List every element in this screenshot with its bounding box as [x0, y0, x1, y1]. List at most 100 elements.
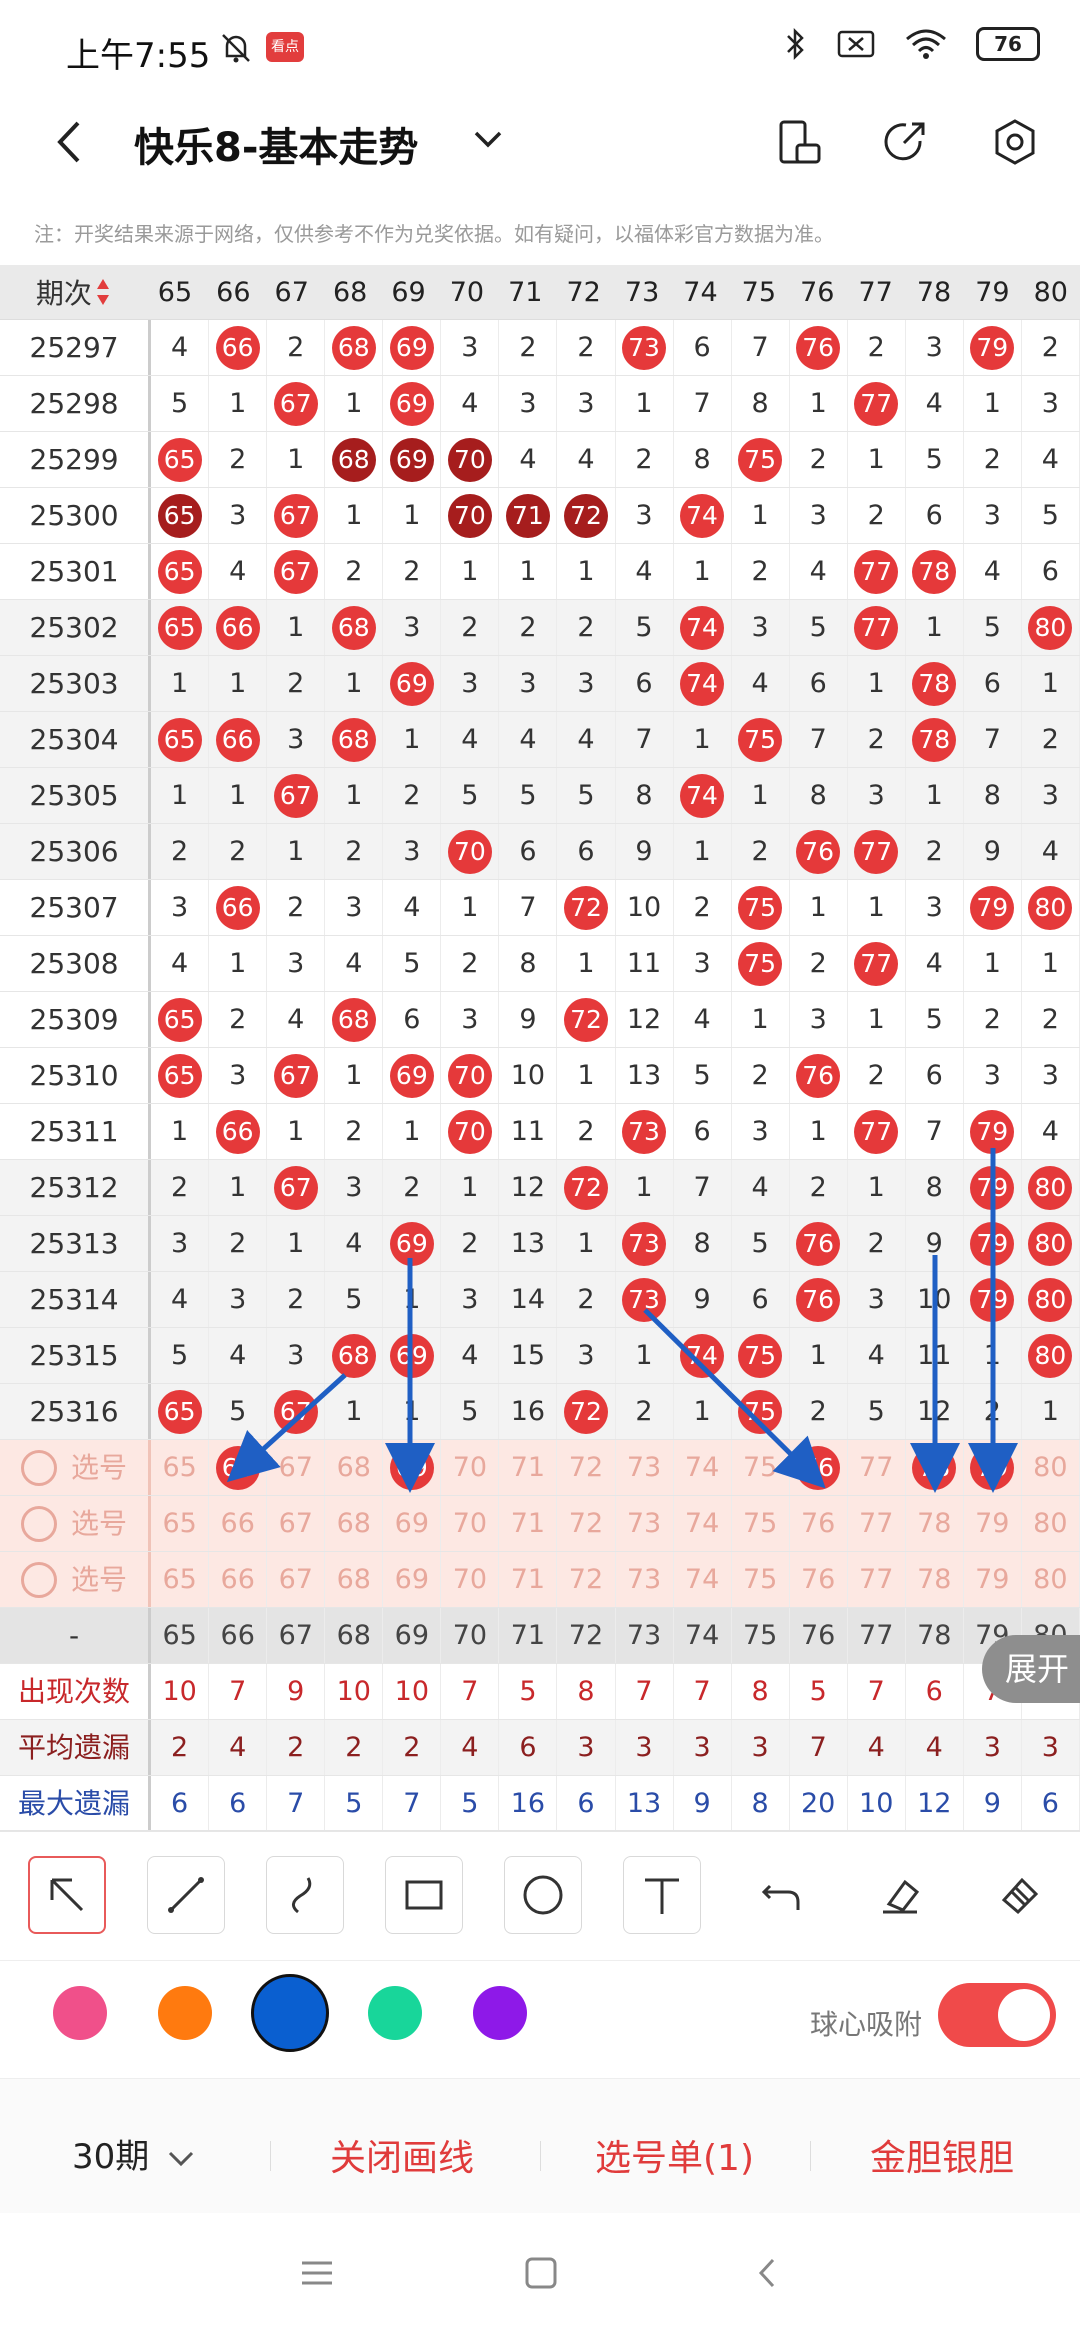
circle-icon [523, 1875, 563, 1915]
stats-label: 最大遗漏 [0, 1776, 152, 1831]
close-lines-button[interactable]: 关闭画线 [330, 2129, 474, 2181]
drawn-arrows [226, 1148, 1018, 1493]
stats-cell: 6 [151, 1776, 210, 1831]
pointer-tool[interactable] [28, 1856, 106, 1934]
stats-cell: 6 [499, 1720, 558, 1775]
undo-tool[interactable] [742, 1856, 820, 1934]
rect-icon [405, 1880, 443, 1910]
color-swatch[interactable] [251, 1974, 329, 2052]
stats-cell: 10 [325, 1664, 384, 1719]
drawn-arrow [643, 1308, 826, 1489]
stats-cell: 7 [848, 1664, 906, 1719]
column-header: 75 [732, 1608, 790, 1663]
line-tool[interactable] [147, 1856, 225, 1934]
expand-button[interactable]: 展开 [982, 1635, 1080, 1703]
chevron-down-icon [169, 2151, 194, 2166]
eraser-tool[interactable] [861, 1856, 939, 1934]
stats-cell: 4 [848, 1720, 906, 1775]
circle-tool[interactable] [504, 1856, 582, 1934]
stats-cell: 7 [267, 1776, 326, 1831]
column-header: 78 [906, 1608, 964, 1663]
stats-cell: 6 [1022, 1776, 1080, 1831]
drawn-arrow [226, 1373, 347, 1483]
footer-dash: - [0, 1608, 152, 1663]
stats-cell: 6 [906, 1664, 964, 1719]
pick-list-button[interactable]: 选号单(1) [595, 2129, 754, 2181]
stats-cell: 3 [964, 1720, 1022, 1775]
column-header: 72 [557, 1608, 616, 1663]
gold-silver-button[interactable]: 金胆银胆 [870, 2129, 1014, 2181]
stats-cell: 10 [383, 1664, 442, 1719]
stats-cell: 5 [441, 1776, 500, 1831]
color-swatch[interactable] [473, 1986, 527, 2040]
curve-icon [292, 1877, 312, 1914]
column-header: 70 [441, 1608, 500, 1663]
stats-cell: 7 [383, 1776, 442, 1831]
back-nav-icon[interactable] [755, 2256, 779, 2290]
stats-cell: 9 [267, 1664, 326, 1719]
text-tool[interactable] [623, 1856, 701, 1934]
stats-row: 平均遗漏 2 4 2 2 2 4 6 3 3 3 3 7 4 4 3 3 [0, 1720, 1080, 1776]
stats-row: 最大遗漏 6 6 7 5 7 5 16 6 13 9 8 20 10 12 9 6 [0, 1776, 1080, 1832]
stats-cell: 3 [1022, 1720, 1080, 1775]
ball-snap-toggle[interactable] [938, 1983, 1056, 2047]
text-icon [645, 1878, 679, 1914]
stats-cell: 7 [441, 1664, 500, 1719]
column-header: 76 [790, 1608, 848, 1663]
stats-cell: 7 [616, 1664, 674, 1719]
stats-cell: 3 [616, 1720, 674, 1775]
stats-cell: 5 [790, 1664, 848, 1719]
stats-cell: 7 [209, 1664, 268, 1719]
stats-cell: 8 [732, 1776, 790, 1831]
home-icon[interactable] [524, 2256, 558, 2290]
stats-label: 平均遗漏 [0, 1720, 152, 1775]
clear-tool[interactable] [980, 1856, 1058, 1934]
pointer-icon [50, 1878, 84, 1912]
toggle-knob [998, 1989, 1050, 2041]
stats-cell: 7 [674, 1664, 732, 1719]
line-icon [168, 1877, 204, 1913]
menu-icon[interactable] [300, 2258, 334, 2288]
stats-cell: 7 [790, 1720, 848, 1775]
stats-cell: 16 [499, 1776, 558, 1831]
stats-cell: 8 [732, 1664, 790, 1719]
color-swatch[interactable] [158, 1986, 212, 2040]
column-header: 67 [267, 1608, 326, 1663]
stats-cell: 3 [557, 1720, 616, 1775]
column-header: 65 [151, 1608, 210, 1663]
rect-tool[interactable] [385, 1856, 463, 1934]
eraser-icon [883, 1879, 920, 1914]
toggle-label: 球心吸附 [810, 2008, 923, 2041]
stats-cell: 9 [674, 1776, 732, 1831]
stats-cell: 6 [557, 1776, 616, 1831]
column-header: 71 [499, 1608, 558, 1663]
stats-cell: 3 [674, 1720, 732, 1775]
stats-cell: 13 [616, 1776, 674, 1831]
stats-cell: 4 [209, 1720, 268, 1775]
period-select[interactable]: 30期 [72, 2129, 196, 2178]
stats-cell: 10 [848, 1776, 906, 1831]
column-header: 68 [325, 1608, 384, 1663]
undo-icon [761, 1884, 800, 1910]
column-header: 74 [674, 1608, 732, 1663]
color-swatch[interactable] [368, 1986, 422, 2040]
action-bar: 30期 关闭画线 选号单(1) 金胆银胆 [0, 2078, 1080, 2213]
column-header: 73 [616, 1608, 674, 1663]
stats-cell: 4 [906, 1720, 964, 1775]
stats-cell: 5 [499, 1664, 558, 1719]
stats-cell: 2 [151, 1720, 210, 1775]
curve-tool[interactable] [266, 1856, 344, 1934]
period-select-label: 30期 [72, 2137, 150, 2177]
stats-cell: 8 [557, 1664, 616, 1719]
color-swatch[interactable] [53, 1986, 107, 2040]
footer-number-header: -65666768697071727374757677787980 [0, 1608, 1080, 1664]
stats-cell: 4 [441, 1720, 500, 1775]
color-bar: 球心吸附 [0, 1960, 1080, 2075]
stats-cell: 10 [151, 1664, 210, 1719]
stats-row: 出现次数1079101075877857678 [0, 1664, 1080, 1720]
stats-cell: 3 [732, 1720, 790, 1775]
drawing-toolbar [0, 1830, 1080, 1960]
system-nav-bar [0, 2213, 1080, 2340]
stats-cell: 9 [964, 1776, 1022, 1831]
stats-cell: 2 [267, 1720, 326, 1775]
